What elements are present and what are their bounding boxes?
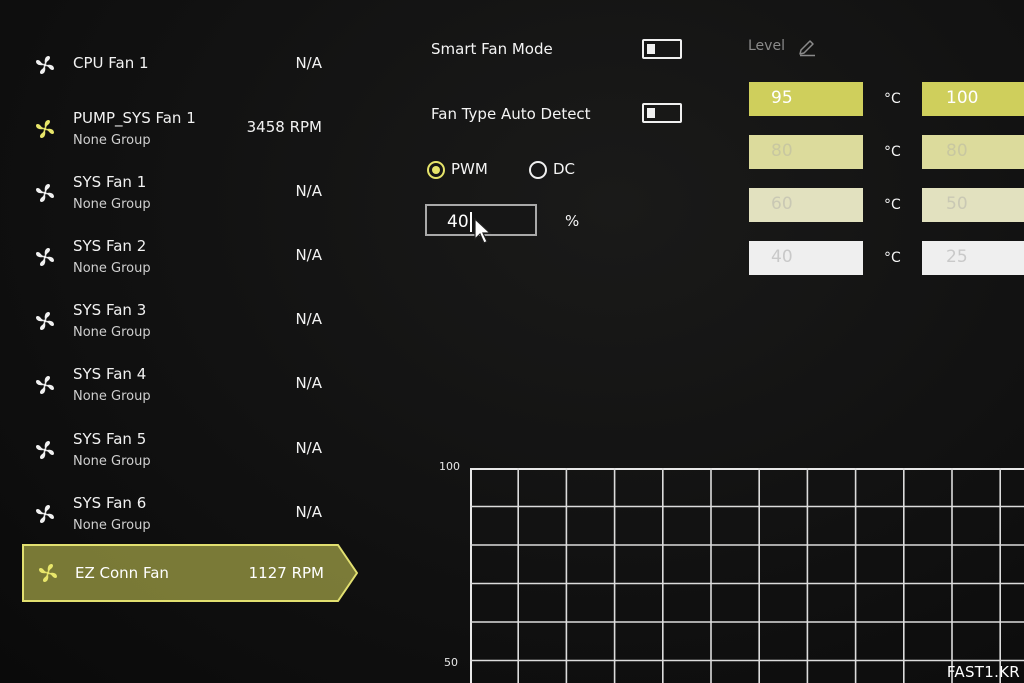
temp-unit-label: °C [884, 197, 901, 213]
fan-list-item[interactable]: SYS Fan 4 None Group N/A [24, 356, 334, 412]
smart-fan-mode-toggle[interactable] [642, 39, 682, 59]
fan-list-item[interactable]: SYS Fan 5 None Group N/A [24, 421, 334, 477]
fan-speed: N/A [295, 54, 322, 72]
fan-icon [34, 118, 56, 140]
fan-name: SYS Fan 4 [73, 365, 147, 383]
fan-list-item-selected[interactable]: EZ Conn Fan 1127 RPM [22, 544, 358, 602]
level-temp-input[interactable]: 60 [749, 188, 863, 222]
level-speed-input[interactable]: 50 [922, 188, 1024, 222]
fan-group: None Group [73, 389, 151, 404]
fan-list-item[interactable]: SYS Fan 1 None Group N/A [24, 164, 334, 220]
fan-name: SYS Fan 2 [73, 237, 147, 255]
dc-radio-label: DC [553, 160, 576, 178]
fan-name: EZ Conn Fan [75, 564, 169, 582]
fan-name: SYS Fan 3 [73, 301, 147, 319]
fan-group: None Group [73, 454, 151, 469]
fan-type-auto-detect-label: Fan Type Auto Detect [431, 105, 591, 123]
watermark: FAST1.KR [946, 663, 1020, 681]
fan-group: None Group [73, 325, 151, 340]
fan-name: SYS Fan 6 [73, 494, 147, 512]
fan-list-item[interactable]: SYS Fan 3 None Group N/A [24, 292, 334, 348]
fan-curve-graph[interactable] [470, 468, 1024, 683]
fan-type-auto-detect-toggle[interactable] [642, 103, 682, 123]
fan-group: None Group [73, 261, 151, 276]
temp-unit-label: °C [884, 91, 901, 107]
fan-group: None Group [73, 197, 151, 212]
fan-speed: 1127 RPM [248, 564, 324, 582]
fan-icon [34, 439, 56, 461]
fan-control-screen: CPU Fan 1 N/A PUMP_SYS Fan 1 None Group 3458… [0, 0, 1024, 683]
fan-list-item[interactable]: PUMP_SYS Fan 1 None Group 3458 RPM [24, 100, 334, 156]
fan-list-item[interactable]: SYS Fan 6 None Group N/A [24, 485, 334, 541]
fan-name: CPU Fan 1 [73, 54, 149, 72]
fan-group: None Group [73, 133, 151, 148]
graph-y-tick-50: 50 [444, 656, 458, 669]
fan-speed: N/A [295, 439, 322, 457]
level-temp-input[interactable]: 40 [749, 241, 863, 275]
pwm-radio-label: PWM [451, 160, 488, 178]
speed-percent-value: 40 [447, 212, 469, 232]
fan-speed: N/A [295, 374, 322, 392]
text-caret [470, 212, 472, 232]
pwm-radio[interactable] [427, 161, 445, 179]
fan-icon [34, 310, 56, 332]
temp-unit-label: °C [884, 250, 901, 266]
fan-icon [34, 54, 56, 76]
level-temp-input[interactable]: 95 [749, 82, 863, 116]
speed-percent-unit: % [565, 212, 580, 230]
level-label: Level [748, 38, 785, 54]
fan-icon [34, 182, 56, 204]
fan-list-item[interactable]: SYS Fan 2 None Group N/A [24, 228, 334, 284]
pencil-icon[interactable] [797, 37, 817, 57]
level-temp-input[interactable]: 80 [749, 135, 863, 169]
level-speed-input[interactable]: 80 [922, 135, 1024, 169]
temp-unit-label: °C [884, 144, 901, 160]
smart-fan-mode-label: Smart Fan Mode [431, 40, 553, 58]
fan-speed: N/A [295, 182, 322, 200]
graph-y-tick-100: 100 [439, 460, 460, 473]
fan-list-item[interactable]: CPU Fan 1 N/A [24, 36, 334, 92]
mouse-cursor-icon [474, 218, 492, 244]
fan-icon [37, 562, 59, 584]
fan-name: SYS Fan 5 [73, 430, 147, 448]
fan-icon [34, 246, 56, 268]
fan-icon [34, 374, 56, 396]
fan-speed: N/A [295, 503, 322, 521]
fan-speed: N/A [295, 246, 322, 264]
fan-speed: 3458 RPM [246, 118, 322, 136]
level-speed-input[interactable]: 25 [922, 241, 1024, 275]
level-speed-input[interactable]: 100 [922, 82, 1024, 116]
graph-border [470, 468, 1024, 683]
fan-name: SYS Fan 1 [73, 173, 147, 191]
fan-icon [34, 503, 56, 525]
fan-speed: N/A [295, 310, 322, 328]
fan-name: PUMP_SYS Fan 1 [73, 109, 196, 127]
fan-group: None Group [73, 518, 151, 533]
dc-radio[interactable] [529, 161, 547, 179]
